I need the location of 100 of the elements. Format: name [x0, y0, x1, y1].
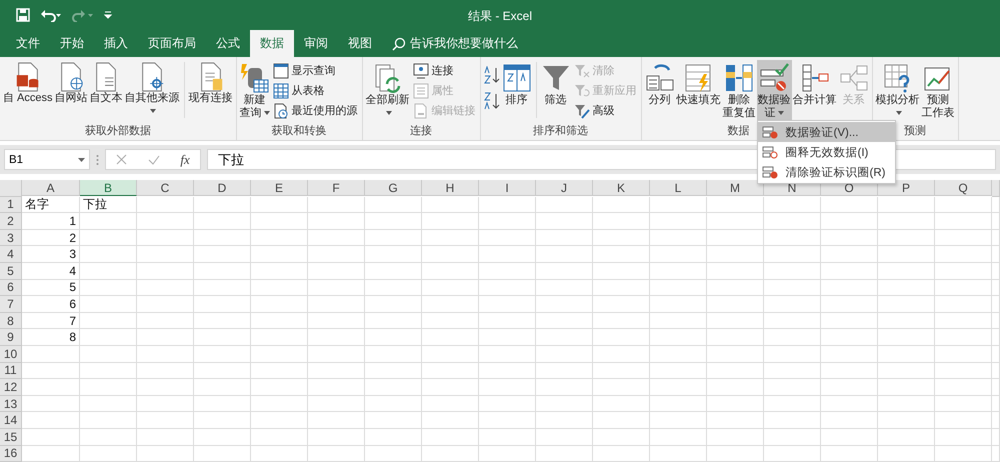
- table-cell[interactable]: [764, 312, 821, 330]
- table-cell[interactable]: [422, 362, 479, 380]
- table-cell[interactable]: [308, 396, 365, 412]
- table-cell[interactable]: [878, 329, 935, 346]
- table-cell[interactable]: [308, 280, 365, 296]
- table-cell[interactable]: [308, 196, 365, 214]
- table-cell[interactable]: [137, 329, 194, 346]
- table-cell[interactable]: [194, 346, 251, 363]
- table-cell[interactable]: [479, 379, 536, 396]
- table-cell[interactable]: [422, 412, 479, 429]
- table-cell[interactable]: [22, 412, 80, 429]
- table-cell[interactable]: [764, 379, 821, 396]
- table-cell[interactable]: [251, 246, 308, 263]
- table-cell[interactable]: [194, 428, 251, 446]
- table-cell[interactable]: [251, 362, 308, 380]
- table-cell[interactable]: [992, 230, 1000, 246]
- table-cell[interactable]: [536, 196, 593, 214]
- table-cell[interactable]: [935, 213, 992, 230]
- table-cell[interactable]: [479, 396, 536, 412]
- table-cell[interactable]: [422, 196, 479, 214]
- row-header[interactable]: 1: [0, 196, 22, 214]
- table-cell[interactable]: [194, 396, 251, 412]
- ribbon-button[interactable]: 排序: [500, 60, 533, 120]
- table-cell[interactable]: [878, 446, 935, 462]
- table-cell[interactable]: [308, 346, 365, 363]
- table-cell[interactable]: [593, 379, 650, 396]
- table-cell[interactable]: [650, 379, 707, 396]
- table-cell[interactable]: [764, 196, 821, 214]
- table-cell[interactable]: [821, 412, 878, 429]
- table-cell[interactable]: [422, 296, 479, 313]
- column-header[interactable]: Q: [935, 180, 992, 196]
- table-cell[interactable]: [821, 396, 878, 412]
- ribbon-button[interactable]: 合并计算: [792, 60, 838, 120]
- insert-function-button[interactable]: fx: [180, 152, 190, 168]
- table-cell[interactable]: [479, 428, 536, 446]
- table-cell[interactable]: [422, 230, 479, 246]
- table-cell[interactable]: [80, 362, 137, 380]
- table-cell[interactable]: [479, 230, 536, 246]
- table-cell[interactable]: [479, 446, 536, 462]
- column-header[interactable]: [992, 180, 1000, 197]
- customize-toolbar-icon[interactable]: [104, 10, 112, 20]
- table-cell[interactable]: [707, 262, 764, 280]
- table-cell[interactable]: [821, 213, 878, 230]
- save-icon[interactable]: [16, 8, 30, 22]
- table-cell[interactable]: [650, 230, 707, 246]
- table-cell[interactable]: [821, 280, 878, 296]
- column-header[interactable]: G: [365, 180, 422, 196]
- table-cell[interactable]: [707, 379, 764, 396]
- table-cell[interactable]: [80, 312, 137, 330]
- table-cell[interactable]: [536, 396, 593, 412]
- table-cell[interactable]: [479, 296, 536, 313]
- table-cell[interactable]: [365, 230, 422, 246]
- ribbon-button[interactable]: 高级: [572, 101, 639, 120]
- table-cell[interactable]: [593, 230, 650, 246]
- table-cell[interactable]: [536, 262, 593, 280]
- table-cell[interactable]: [536, 213, 593, 230]
- table-cell[interactable]: [764, 280, 821, 296]
- table-cell[interactable]: [137, 446, 194, 462]
- table-cell[interactable]: [251, 346, 308, 363]
- table-cell[interactable]: [593, 280, 650, 296]
- table-cell[interactable]: [22, 379, 80, 396]
- table-cell[interactable]: [308, 230, 365, 246]
- table-cell[interactable]: [650, 280, 707, 296]
- table-cell[interactable]: [479, 362, 536, 380]
- table-cell[interactable]: [422, 346, 479, 363]
- table-cell[interactable]: [365, 379, 422, 396]
- table-cell[interactable]: [536, 329, 593, 346]
- table-cell[interactable]: [251, 312, 308, 330]
- table-cell[interactable]: [992, 312, 1000, 330]
- table-cell[interactable]: [479, 312, 536, 330]
- table-cell[interactable]: [308, 379, 365, 396]
- ribbon-tab[interactable]: 插入: [94, 30, 138, 57]
- table-cell[interactable]: [479, 329, 536, 346]
- table-cell[interactable]: [251, 428, 308, 446]
- table-cell[interactable]: [821, 379, 878, 396]
- ribbon-button[interactable]: 模拟分析: [874, 60, 921, 120]
- table-cell[interactable]: [935, 346, 992, 363]
- table-cell[interactable]: [878, 346, 935, 363]
- table-cell[interactable]: [593, 329, 650, 346]
- table-cell[interactable]: [764, 396, 821, 412]
- select-all-corner[interactable]: [0, 180, 22, 197]
- table-cell[interactable]: [137, 412, 194, 429]
- ribbon-button[interactable]: 数据验 证: [756, 60, 792, 120]
- table-cell[interactable]: [137, 428, 194, 446]
- table-cell[interactable]: [992, 362, 1000, 380]
- table-cell[interactable]: [479, 196, 536, 214]
- table-cell[interactable]: [536, 346, 593, 363]
- row-header[interactable]: 9: [0, 329, 22, 346]
- table-cell[interactable]: [764, 262, 821, 280]
- table-cell[interactable]: [22, 396, 80, 412]
- column-header[interactable]: F: [308, 180, 365, 196]
- table-cell[interactable]: [365, 446, 422, 462]
- row-header[interactable]: 7: [0, 296, 22, 313]
- ribbon-button[interactable]: 自其他来源: [124, 60, 181, 120]
- ribbon-button[interactable]: 新建 查询: [238, 60, 271, 120]
- table-cell[interactable]: [992, 446, 1000, 462]
- table-cell[interactable]: [308, 296, 365, 313]
- sort-descending-icon[interactable]: [482, 92, 501, 110]
- table-cell[interactable]: [251, 280, 308, 296]
- table-cell[interactable]: [194, 280, 251, 296]
